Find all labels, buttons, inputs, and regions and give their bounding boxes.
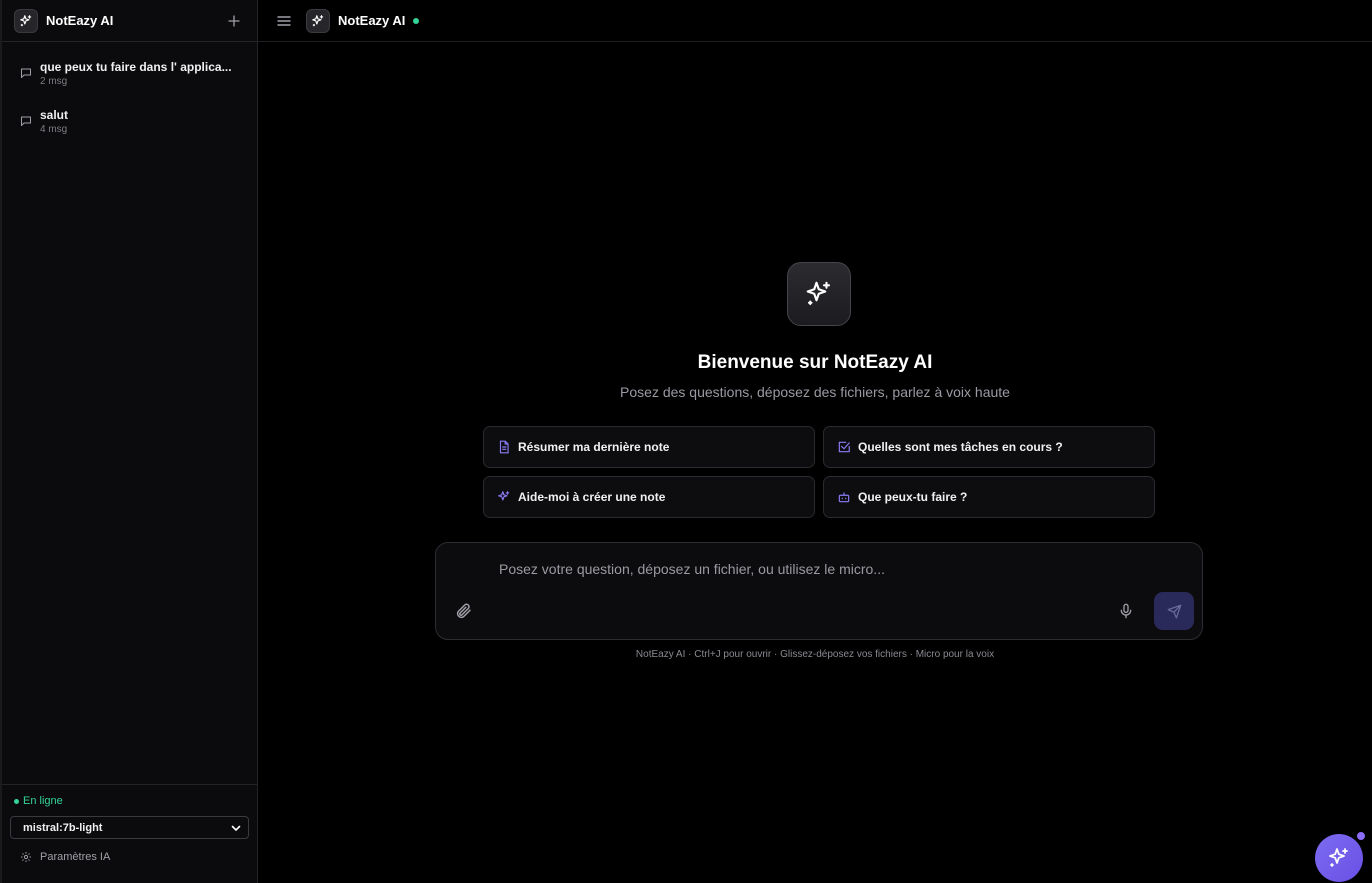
suggestion-label: Aide-moi à créer une note [518, 490, 666, 504]
suggestion-summarize-note[interactable]: Résumer ma dernière note [483, 426, 815, 468]
notification-badge [1355, 830, 1367, 842]
topbar-title: NotEazy AI [338, 13, 406, 28]
sparkles-logo-icon [14, 8, 38, 33]
checkbox-icon [838, 441, 850, 453]
message-input[interactable] [499, 561, 1099, 577]
conversation-count: 2 msg [40, 76, 68, 87]
send-icon [1167, 604, 1181, 618]
gear-icon [21, 852, 31, 862]
status-label: En ligne [23, 795, 63, 807]
suggestion-label: Que peux-tu faire ? [858, 490, 968, 504]
send-button[interactable] [1154, 592, 1194, 630]
model-select-value: mistral:7b-light [23, 821, 103, 834]
new-chat-button[interactable] [223, 10, 245, 32]
conversation-list: que peux tu faire dans l' applica... 2 m… [2, 42, 257, 154]
message-icon [21, 68, 31, 78]
conversation-count: 4 msg [40, 124, 68, 135]
suggestion-create-note[interactable]: Aide-moi à créer une note [483, 476, 815, 518]
status-indicator: En ligne [10, 795, 249, 807]
message-icon [21, 116, 31, 126]
chevron-down-icon [231, 825, 241, 831]
conversation-title: que peux tu faire dans l' applica... [40, 60, 232, 74]
online-dot [14, 798, 19, 804]
sparkles-icon [498, 491, 510, 501]
sparkles-icon [1329, 848, 1348, 867]
sidebar-footer: En ligne mistral:7b-light Paramètres IA [2, 784, 257, 883]
robot-icon [838, 492, 850, 503]
sidebar-header: NotEazy AI [2, 0, 257, 42]
sidebar-title: NotEazy AI [46, 13, 114, 28]
sparkles-logo-icon [306, 8, 330, 33]
settings-label: Paramètres IA [40, 851, 111, 863]
ai-assistant-fab[interactable] [1315, 834, 1363, 882]
conversation-item[interactable]: que peux tu faire dans l' applica... 2 m… [2, 58, 257, 106]
suggestion-current-tasks[interactable]: Quelles sont mes tâches en cours ? [823, 426, 1155, 468]
conversation-item[interactable]: salut 4 msg [2, 106, 257, 154]
online-dot [413, 17, 420, 24]
suggestion-label: Quelles sont mes tâches en cours ? [858, 440, 1063, 454]
document-icon [499, 440, 509, 454]
ai-settings-button[interactable]: Paramètres IA [10, 851, 249, 863]
sparkles-hero-icon [787, 262, 851, 326]
plus-icon [228, 14, 240, 27]
microphone-icon[interactable] [1118, 602, 1134, 620]
topbar: NotEazy AI [258, 0, 1372, 42]
conversation-title: salut [40, 108, 69, 122]
suggestion-label: Résumer ma dernière note [518, 440, 670, 454]
suggestion-capabilities[interactable]: Que peux-tu faire ? [823, 476, 1155, 518]
keyboard-hint: NotEazy AI · Ctrl+J pour ouvrir · Glisse… [635, 649, 995, 660]
paperclip-icon[interactable] [455, 602, 473, 620]
sidebar: NotEazy AI que peux tu faire dans l' app… [0, 0, 258, 883]
welcome-subtitle: Posez des questions, déposez des fichier… [620, 384, 1010, 400]
welcome-title: Bienvenue sur NotEazy AI [697, 352, 933, 373]
menu-icon[interactable] [276, 13, 292, 29]
message-composer [435, 542, 1203, 640]
model-select[interactable]: mistral:7b-light [10, 816, 249, 839]
